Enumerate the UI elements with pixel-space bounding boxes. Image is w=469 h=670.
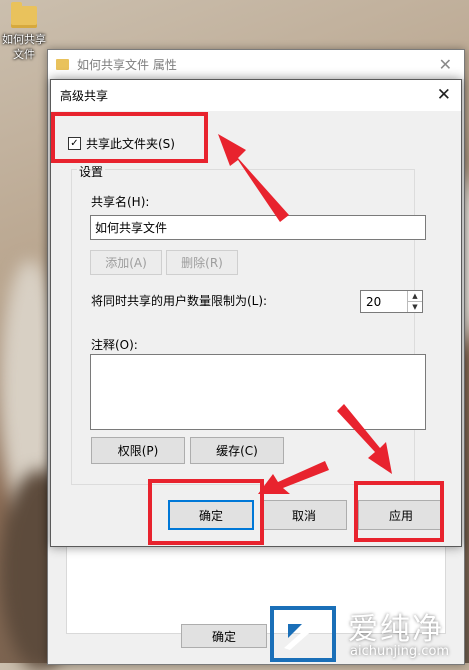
- watermark-logo: 爱纯净 aichunjing.com: [268, 604, 468, 663]
- arrow-to-checkbox: [218, 134, 289, 222]
- arrow-to-apply: [337, 404, 392, 474]
- annotation-arrows: [218, 134, 392, 494]
- watermark-emblem: [270, 606, 336, 662]
- watermark-url: aichunjing.com: [350, 644, 450, 659]
- arrow-to-ok: [258, 461, 329, 494]
- watermark-name: 爱纯净: [348, 612, 444, 647]
